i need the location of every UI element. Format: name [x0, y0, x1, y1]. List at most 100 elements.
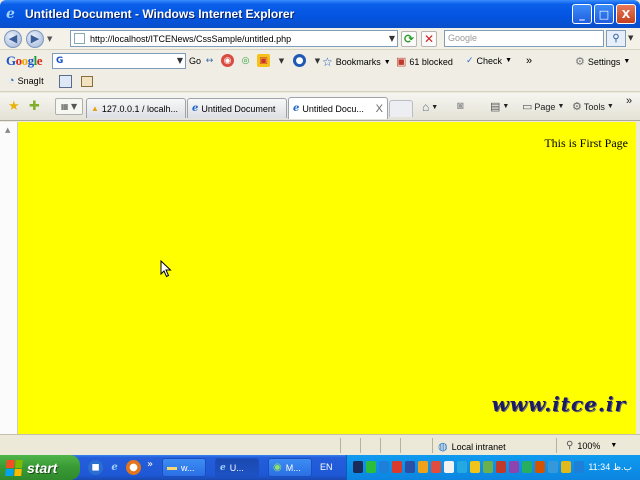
tray-icon[interactable] — [405, 461, 415, 473]
page-content: This is First Page www.itce.ir — [18, 122, 636, 434]
taskbar-item-app[interactable]: ◉ M... — [268, 458, 312, 477]
pagerank-icon[interactable]: ↔ — [203, 54, 216, 67]
bookmarks-dropdown-icon: ▼ — [383, 58, 391, 66]
add-to-favorites-icon[interactable]: ✚ — [29, 99, 40, 114]
tray-icon[interactable] — [561, 461, 571, 473]
printer-icon: ▤ — [490, 101, 501, 113]
tray-icon[interactable] — [574, 461, 584, 473]
spellcheck-swirl-icon[interactable]: ◎ — [239, 54, 252, 67]
windows-taskbar: start ◼ e ● » ▬ w... e U... ◉ M... EN 11… — [0, 455, 640, 480]
security-zone[interactable]: ◍ Local intranet — [438, 440, 506, 453]
quick-tabs-button[interactable]: ▦ ▼ — [55, 98, 83, 115]
tools-gear-icon: ⚙ — [572, 101, 582, 113]
tray-icon[interactable] — [418, 461, 428, 473]
tray-icon[interactable] — [522, 461, 532, 473]
zoom-magnifier-icon: ⚲ — [566, 440, 574, 451]
settings-gear-icon: ⚙ — [575, 56, 585, 68]
popup-blocked-button[interactable]: ▣ 61 blocked — [396, 55, 453, 68]
window-controls: _ □ X — [572, 4, 636, 24]
left-scroll-gutter[interactable]: ▲ — [0, 122, 18, 434]
quicklaunch-desktop-icon[interactable]: ◼ — [88, 460, 103, 475]
popup-icon[interactable]: ▣ — [257, 54, 270, 67]
popup-dropdown-icon[interactable]: ▼ — [275, 54, 288, 67]
quicklaunch-firefox-icon[interactable]: ● — [126, 460, 141, 475]
maximize-button[interactable]: □ — [594, 4, 614, 24]
google-search-dropdown-icon[interactable]: ▼ — [177, 54, 183, 68]
status-separator — [556, 438, 557, 453]
settings-button[interactable]: ⚙ Settings ▼ — [575, 55, 630, 68]
tray-icon[interactable] — [548, 461, 558, 473]
mail-icon[interactable]: ● — [293, 54, 306, 67]
print-button[interactable]: ▤ ▼ — [490, 100, 509, 113]
google-go-button[interactable]: Go — [189, 56, 201, 66]
blocked-icon: ▣ — [396, 56, 407, 68]
taskbar-item-ie[interactable]: e U... — [215, 458, 259, 477]
tab-phpmyadmin[interactable]: ▲ 127.0.0.1 / localh... — [86, 98, 186, 118]
tools-menu-button[interactable]: ⚙ Tools ▼ — [572, 100, 614, 113]
tray-icon[interactable] — [444, 461, 454, 473]
address-dropdown-icon[interactable]: ▼ — [389, 34, 395, 43]
search-options-dropdown-icon[interactable]: ▼ — [628, 34, 633, 42]
tray-icon[interactable] — [470, 461, 480, 473]
tab-untitled-document-active[interactable]: e Untitled Docu... X — [288, 97, 388, 119]
tray-icon[interactable] — [392, 461, 402, 473]
zoom-level-button[interactable]: ⚲ 100% ▼ — [566, 440, 617, 451]
bookmarks-button[interactable]: ☆ Bookmarks ▼ — [322, 55, 391, 69]
tray-icon[interactable] — [535, 461, 545, 473]
tools-dropdown-icon: ▼ — [606, 103, 614, 110]
page-menu-button[interactable]: ▭ Page ▼ — [522, 100, 564, 113]
tab-close-icon[interactable]: X — [376, 103, 383, 115]
stop-button[interactable]: ✕ — [421, 31, 437, 47]
taskbar-clock[interactable]: 11:34 ب.ظ — [588, 462, 632, 473]
spell-check-button[interactable]: ✓ Check ▼ — [466, 55, 512, 66]
toolbar-more-button[interactable]: » — [526, 55, 532, 67]
tray-icon[interactable] — [496, 461, 506, 473]
tray-icon[interactable] — [353, 461, 363, 473]
snagit-button[interactable]: ◔ SnagIt — [8, 75, 44, 87]
quicklaunch-ie-icon[interactable]: e — [107, 460, 122, 475]
refresh-button[interactable]: ⟳ — [401, 31, 417, 47]
google-logo[interactable]: Google — [6, 53, 43, 69]
refresh-icon: ⟳ — [403, 32, 415, 46]
window-titlebar[interactable]: e Untitled Document - Windows Internet E… — [0, 0, 640, 28]
search-input[interactable]: Google — [444, 30, 604, 47]
home-button[interactable]: ⌂ ▼ — [422, 100, 438, 114]
snagit-capture-window-icon[interactable] — [81, 76, 93, 87]
tray-icon[interactable] — [483, 461, 493, 473]
quicklaunch-more-icon[interactable]: » — [147, 459, 153, 470]
history-dropdown-icon[interactable]: ▼ — [47, 35, 52, 43]
scroll-up-icon[interactable]: ▲ — [5, 126, 10, 134]
snagit-icon: ◔ — [8, 75, 15, 87]
address-bar[interactable]: http://localhost/ITCENews/CssSample/unti… — [70, 30, 398, 47]
tray-icon[interactable] — [509, 461, 519, 473]
site-watermark: www.itce.ir — [491, 392, 626, 416]
favorites-center-icon[interactable]: ★ — [8, 99, 20, 114]
start-button[interactable]: start — [0, 455, 80, 480]
search-button[interactable]: ⚲ — [606, 30, 626, 47]
close-button[interactable]: X — [616, 4, 636, 24]
address-url[interactable]: http://localhost/ITCENews/CssSample/unti… — [90, 34, 291, 44]
tray-icon[interactable] — [379, 461, 389, 473]
tab-label: 127.0.0.1 / localh... — [101, 103, 178, 114]
globe-icon: ◍ — [438, 441, 448, 453]
news-icon[interactable]: ◉ — [221, 54, 234, 67]
command-bar-more-button[interactable]: » — [626, 95, 632, 107]
language-indicator[interactable]: EN — [320, 462, 333, 472]
minimize-button[interactable]: _ — [572, 4, 592, 24]
tray-icon[interactable] — [431, 461, 441, 473]
taskbar-item-folder[interactable]: ▬ w... — [162, 458, 206, 477]
star-icon: ☆ — [322, 55, 333, 69]
forward-button[interactable]: ▶ — [26, 29, 44, 48]
tray-icon[interactable] — [457, 461, 467, 473]
tray-icon[interactable] — [366, 461, 376, 473]
page-dropdown-icon: ▼ — [557, 103, 565, 110]
back-button[interactable]: ◀ — [4, 29, 22, 48]
search-icon: ⚲ — [612, 33, 620, 44]
new-tab-button[interactable] — [389, 100, 413, 117]
google-search-input[interactable]: G ▼ — [52, 53, 186, 69]
snagit-capture-icon[interactable] — [59, 75, 72, 88]
rss-feed-icon: ◙ — [457, 100, 464, 112]
feeds-button[interactable]: ◙ — [457, 100, 464, 112]
ie-icon: e — [220, 462, 226, 473]
tab-untitled-document[interactable]: e Untitled Document — [187, 98, 287, 118]
